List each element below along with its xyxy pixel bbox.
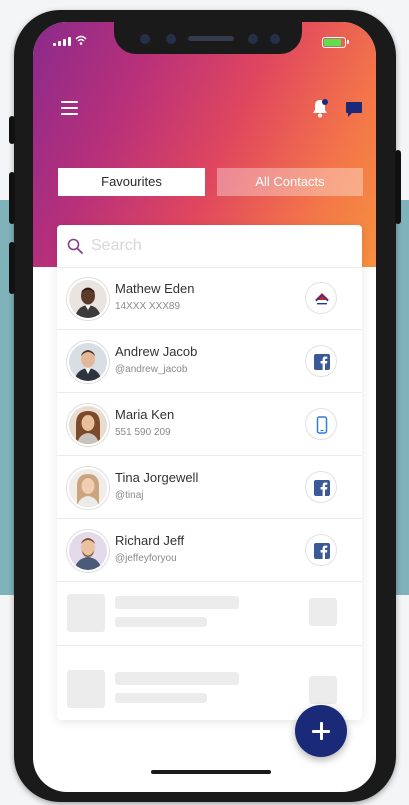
placeholder-icon (309, 676, 337, 704)
phone-icon[interactable] (305, 408, 337, 440)
wifi-icon (75, 35, 87, 45)
menu-icon[interactable] (61, 101, 78, 115)
placeholder-avatar (67, 594, 105, 632)
contact-row[interactable]: Andrew Jacob @andrew_jacob (57, 330, 362, 393)
avatar (67, 467, 109, 509)
contact-name: Tina Jorgewell (115, 470, 199, 485)
placeholder-line (115, 617, 207, 627)
contact-row[interactable]: Maria Ken 551 590 209 (57, 393, 362, 456)
contact-detail: @tinaj (115, 490, 144, 501)
placeholder-line (115, 672, 239, 685)
search-bar (57, 225, 362, 268)
contact-detail: 551 590 209 (115, 427, 171, 438)
tab-all-contacts[interactable]: All Contacts (217, 168, 363, 196)
chat-icon[interactable] (345, 101, 363, 118)
power-button (395, 150, 401, 224)
mute-switch (9, 116, 15, 144)
bell-icon[interactable] (311, 98, 329, 118)
volume-up-button (9, 172, 15, 224)
avatar (67, 530, 109, 572)
battery-icon (322, 37, 349, 48)
contact-detail: 14XXX XXX89 (115, 301, 181, 312)
contact-detail: @andrew_jacob (115, 364, 188, 375)
facebook-icon[interactable] (305, 534, 337, 566)
placeholder-line (115, 693, 207, 703)
speaker-grille (188, 36, 234, 41)
search-icon (67, 238, 83, 254)
placeholder-row (57, 582, 362, 646)
add-contact-button[interactable] (295, 705, 347, 757)
notch (114, 22, 302, 54)
contact-name: Maria Ken (115, 407, 175, 422)
contacts-card: Mathew Eden 14XXX XXX89 (57, 225, 362, 720)
camera-icon (270, 34, 280, 44)
phone-screen: Favourites All Contacts Mathew Eden (33, 22, 376, 792)
contact-row[interactable]: Richard Jeff @jeffeyforyou (57, 519, 362, 582)
bank-logo-icon[interactable] (305, 282, 337, 314)
signal-icon (53, 37, 71, 46)
contact-name: Andrew Jacob (115, 344, 198, 359)
volume-down-button (9, 242, 15, 294)
contact-name: Mathew Eden (115, 281, 195, 296)
avatar (67, 341, 109, 383)
placeholder-line (115, 596, 239, 609)
facebook-icon[interactable] (305, 471, 337, 503)
tab-favourites[interactable]: Favourites (58, 168, 205, 196)
placeholder-icon (309, 598, 337, 626)
sensor-icon (166, 34, 176, 44)
avatar (67, 278, 109, 320)
plus-icon (319, 722, 323, 740)
contact-detail: @jeffeyforyou (115, 553, 177, 564)
avatar (67, 404, 109, 446)
camera-icon (140, 34, 150, 44)
home-indicator (151, 770, 271, 774)
contact-name: Richard Jeff (115, 533, 185, 548)
sensor-icon (248, 34, 258, 44)
contact-row[interactable]: Tina Jorgewell @tinaj (57, 456, 362, 519)
facebook-icon[interactable] (305, 345, 337, 377)
placeholder-avatar (67, 670, 105, 708)
contact-tabs: Favourites All Contacts (58, 168, 363, 196)
search-input[interactable] (91, 234, 341, 258)
contact-row[interactable]: Mathew Eden 14XXX XXX89 (57, 267, 362, 330)
